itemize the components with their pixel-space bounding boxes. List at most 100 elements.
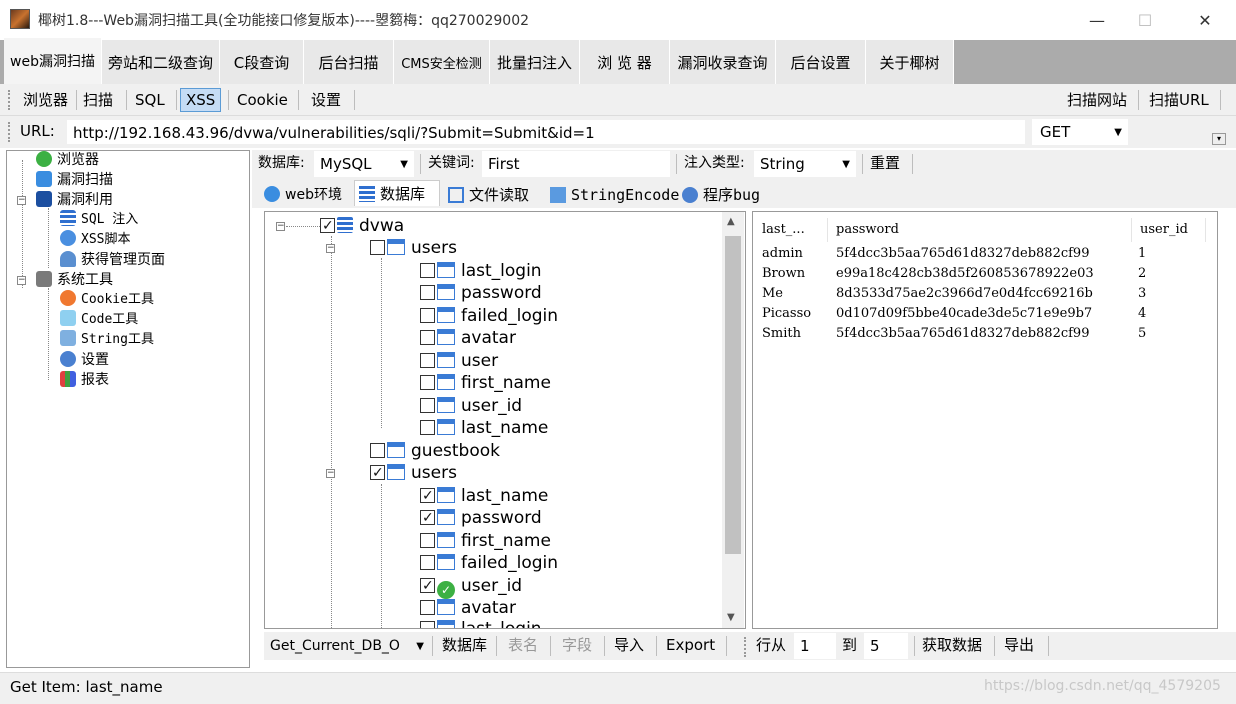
keyword-input[interactable]: First — [482, 151, 670, 177]
nav-system-tools[interactable]: 系统工具 — [36, 270, 113, 290]
tab-file-read[interactable]: 文件读取 — [444, 182, 542, 208]
checkbox[interactable] — [420, 263, 435, 278]
table-node-users[interactable]: users — [370, 237, 457, 259]
column-node[interactable]: password — [420, 507, 542, 529]
tab-web-scan[interactable]: web漏洞扫描 — [4, 38, 102, 84]
tab-backend-settings[interactable]: 后台设置 — [776, 40, 866, 84]
collapse-toggle-icon[interactable]: − — [17, 276, 26, 285]
tab-batch-inject[interactable]: 批量扫注入 — [490, 40, 580, 84]
toolbar-scan-button[interactable]: 扫描 — [78, 88, 118, 112]
collapse-toggle-icon[interactable]: − — [276, 222, 285, 231]
tab-c-segment[interactable]: C段查询 — [220, 40, 304, 84]
scan-website-button[interactable]: 扫描网站 — [1062, 88, 1132, 112]
table-node-guestbook[interactable]: guestbook — [370, 440, 500, 462]
table-node-users[interactable]: users — [370, 462, 457, 484]
nav-xss-script[interactable]: XSS脚本 — [60, 230, 130, 250]
reset-button[interactable]: 重置 — [870, 150, 900, 176]
checkbox[interactable] — [420, 420, 435, 435]
checkbox[interactable] — [370, 443, 385, 458]
table-cell[interactable]: 2 — [1138, 264, 1146, 284]
nav-exploit[interactable]: 漏洞利用 — [36, 190, 113, 210]
toolbar-sql-button[interactable]: SQL — [130, 88, 170, 112]
column-header[interactable]: last_... — [754, 218, 828, 242]
collapse-toggle-icon[interactable]: − — [326, 244, 335, 253]
tab-cms-check[interactable]: CMS安全检测 — [394, 40, 490, 84]
checkbox[interactable] — [420, 375, 435, 390]
export-db-button[interactable]: Export — [666, 632, 715, 658]
column-node[interactable]: avatar — [420, 327, 516, 349]
column-header[interactable]: password — [828, 218, 1132, 242]
table-cell[interactable]: 1 — [1138, 244, 1146, 264]
toolbar-xss-button[interactable]: XSS — [180, 88, 222, 112]
checkbox[interactable] — [420, 398, 435, 413]
column-node[interactable]: last_login — [420, 618, 542, 628]
table-cell[interactable]: admin — [762, 244, 803, 264]
checkbox[interactable] — [420, 485, 435, 507]
nav-admin-page[interactable]: 获得管理页面 — [60, 250, 165, 270]
column-node[interactable]: first_name — [420, 530, 551, 552]
column-node[interactable]: user_id — [420, 395, 522, 417]
checkbox[interactable] — [420, 285, 435, 300]
checkbox[interactable] — [420, 353, 435, 368]
table-cell[interactable]: Brown — [762, 264, 805, 284]
checkbox[interactable] — [420, 621, 435, 628]
nav-report[interactable]: 报表 — [60, 370, 109, 390]
database-button[interactable]: 数据库 — [442, 632, 487, 658]
import-button[interactable]: 导入 — [614, 632, 644, 658]
checkbox[interactable] — [420, 555, 435, 570]
toolbar-settings-button[interactable]: 设置 — [306, 88, 346, 112]
method-select[interactable]: GET ▼ — [1032, 119, 1128, 145]
tab-admin-scan[interactable]: 后台扫描 — [304, 40, 394, 84]
checkbox[interactable] — [420, 600, 435, 615]
column-node[interactable]: first_name — [420, 372, 551, 394]
table-names-button[interactable]: 表名 — [508, 632, 538, 658]
column-header[interactable]: user_id — [1132, 218, 1206, 242]
nav-browser[interactable]: 浏览器 — [36, 150, 99, 170]
column-node[interactable]: password — [420, 282, 542, 304]
table-cell[interactable]: Me — [762, 284, 783, 304]
nav-code-tool[interactable]: Code工具 — [60, 310, 138, 330]
table-cell[interactable]: e99a18c428cb38d5f260853678922e03 — [836, 264, 1094, 284]
tab-string-encode[interactable]: StringEncode — [546, 182, 679, 208]
fetch-data-button[interactable]: 获取数据 — [922, 632, 982, 658]
overflow-chevron-icon[interactable]: ▾ — [1212, 133, 1226, 145]
tab-vuln-query[interactable]: 漏洞收录查询 — [670, 40, 776, 84]
nav-settings[interactable]: 设置 — [60, 350, 109, 370]
table-cell[interactable]: 3 — [1138, 284, 1146, 304]
maximize-button[interactable]: ☐ — [1122, 0, 1168, 40]
collapse-toggle-icon[interactable]: − — [17, 196, 26, 205]
toolbar-browser-button[interactable]: 浏览器 — [18, 88, 73, 112]
export-button[interactable]: 导出 — [1004, 632, 1034, 658]
table-cell[interactable]: 0d107d09f5bbe40cade3de5c71e9e9b7 — [836, 304, 1092, 324]
checkbox[interactable] — [420, 330, 435, 345]
minimize-button[interactable]: — — [1074, 0, 1120, 40]
scan-url-button[interactable]: 扫描URL — [1144, 88, 1214, 112]
checkbox[interactable] — [420, 575, 435, 597]
db-type-select[interactable]: MySQL ▼ — [314, 151, 414, 177]
tab-web-env[interactable]: web环境 — [260, 182, 352, 208]
tab-about[interactable]: 关于椰树 — [866, 40, 954, 84]
nav-vuln-scan[interactable]: 漏洞扫描 — [36, 170, 113, 190]
tab-side-site[interactable]: 旁站和二级查询 — [102, 40, 220, 84]
method-list-select[interactable]: Get_Current_DB_O ▼ — [264, 633, 428, 659]
checkbox[interactable] — [370, 462, 385, 484]
column-node[interactable]: last_login — [420, 260, 542, 282]
checkbox[interactable] — [370, 240, 385, 255]
table-cell[interactable]: 4 — [1138, 304, 1146, 324]
row-from-input[interactable]: 1 — [794, 633, 836, 659]
column-node[interactable]: ✓user_id — [420, 575, 522, 599]
row-to-input[interactable]: 5 — [864, 633, 908, 659]
table-cell[interactable]: 8d3533d75ae2c3966d7e0d4fcc69216b — [836, 284, 1093, 304]
column-node[interactable]: failed_login — [420, 552, 558, 574]
nav-sql-inject[interactable]: SQL 注入 — [60, 210, 138, 230]
column-node[interactable]: avatar — [420, 597, 516, 619]
checkbox[interactable] — [420, 507, 435, 529]
scroll-up-icon[interactable]: ▲ — [727, 216, 735, 227]
checkbox[interactable] — [320, 215, 335, 237]
tab-browser[interactable]: 浏 览 器 — [580, 40, 670, 84]
table-cell[interactable]: 5f4dcc3b5aa765d61d8327deb882cf99 — [836, 244, 1089, 264]
toolbar-cookie-button[interactable]: Cookie — [232, 88, 293, 112]
checkbox[interactable] — [420, 533, 435, 548]
nav-cookie-tool[interactable]: Cookie工具 — [60, 290, 154, 310]
fields-button[interactable]: 字段 — [562, 632, 592, 658]
